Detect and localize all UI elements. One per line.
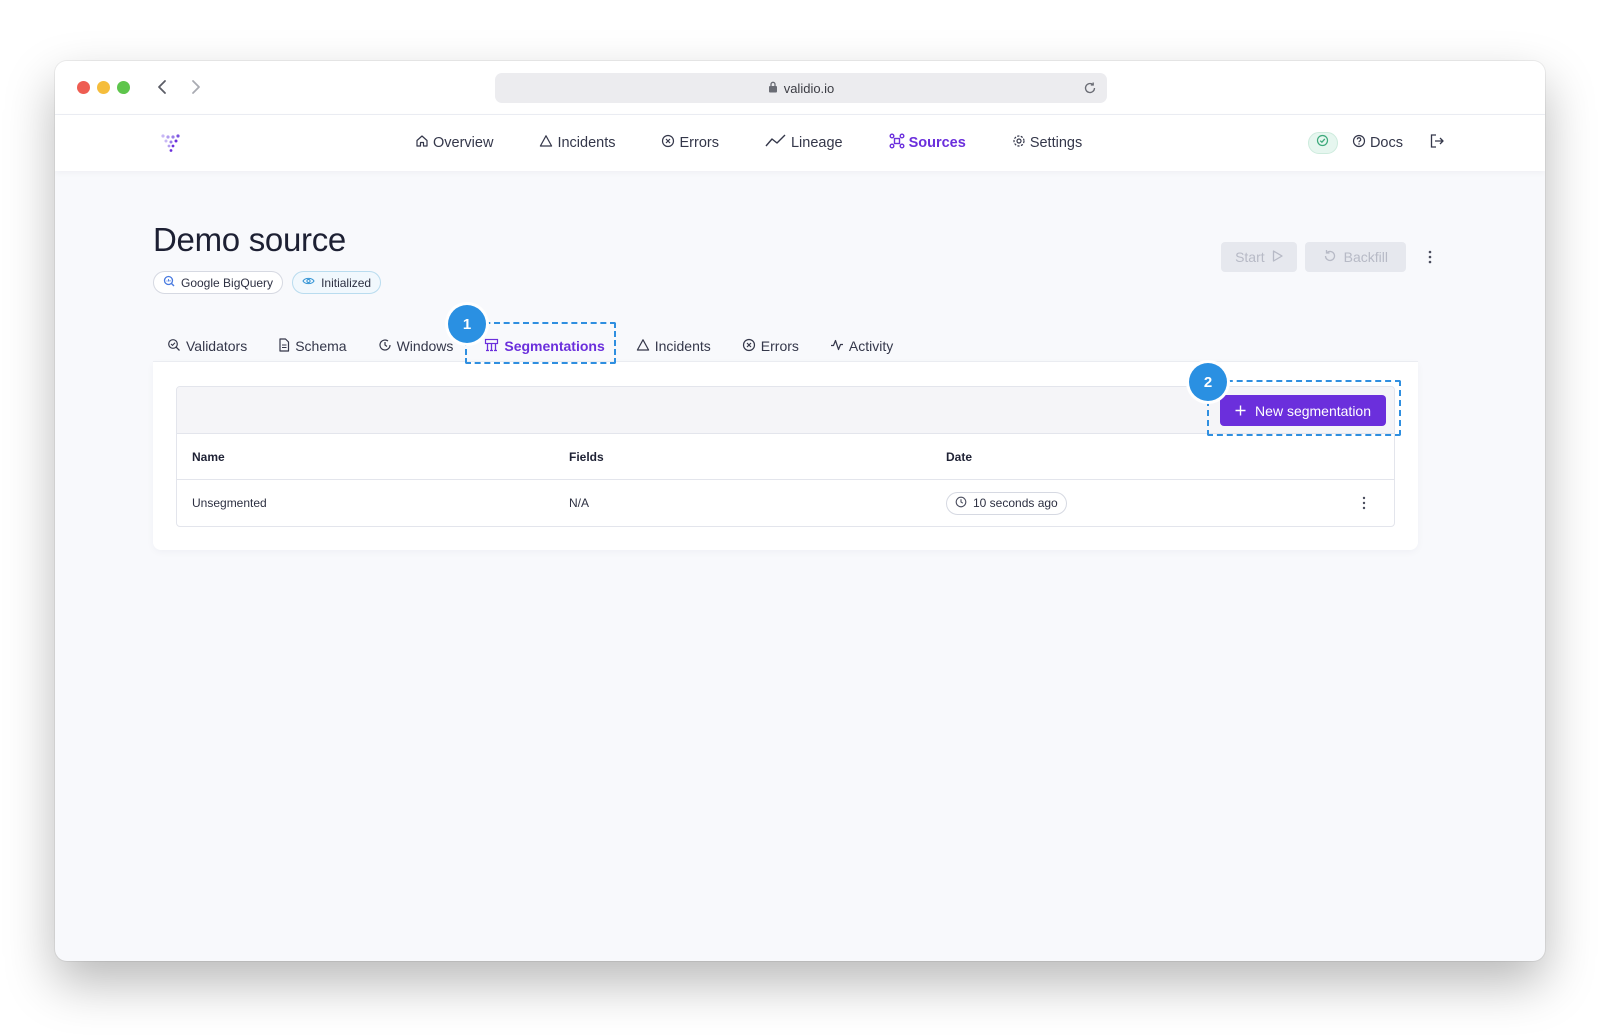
document-icon bbox=[278, 337, 290, 355]
nav-lineage-label: Lineage bbox=[790, 135, 843, 151]
source-badges: Google BigQuery Initialized bbox=[153, 271, 382, 294]
browser-chrome: validio.io bbox=[55, 61, 1545, 115]
row-name-cell: Unsegmented bbox=[192, 496, 267, 510]
tab-schema[interactable]: Schema bbox=[278, 337, 347, 355]
logout-icon[interactable] bbox=[1429, 133, 1445, 154]
url-text: validio.io bbox=[783, 80, 835, 96]
activity-icon bbox=[830, 338, 844, 355]
app-header: Overview Incidents Errors Lineage Source… bbox=[55, 115, 1545, 171]
health-status-badge[interactable] bbox=[1307, 132, 1338, 154]
minimize-window-button[interactable] bbox=[97, 81, 110, 94]
row-date-label: 10 seconds ago bbox=[973, 496, 1058, 510]
state-badge: Initialized bbox=[292, 271, 382, 294]
page-title: Demo source bbox=[153, 221, 346, 258]
backfill-label: Backfill bbox=[1343, 249, 1388, 265]
start-button[interactable]: Start bbox=[1221, 242, 1297, 272]
column-header-date[interactable]: Date bbox=[946, 450, 972, 464]
row-fields-cell: N/A bbox=[569, 496, 590, 510]
gear-icon bbox=[1012, 134, 1026, 152]
tab-activity[interactable]: Activity bbox=[830, 338, 893, 355]
highlight-segmentations-tab bbox=[465, 322, 616, 364]
tab-validators-label: Validators bbox=[186, 338, 248, 354]
tab-errors-label: Errors bbox=[760, 338, 799, 354]
nav-sources[interactable]: Sources bbox=[889, 133, 966, 153]
help-circle-icon bbox=[1352, 134, 1366, 152]
tab-incidents[interactable]: Incidents bbox=[636, 338, 711, 355]
warning-icon bbox=[636, 338, 650, 355]
nav-errors[interactable]: Errors bbox=[661, 134, 719, 152]
column-header-fields[interactable]: Fields bbox=[569, 450, 604, 464]
step-1-marker: 1 bbox=[448, 305, 486, 343]
tab-validators[interactable]: Validators bbox=[167, 338, 247, 355]
docs-link[interactable]: Docs bbox=[1352, 134, 1403, 152]
nav-settings[interactable]: Settings bbox=[1012, 134, 1082, 152]
address-bar[interactable]: validio.io bbox=[495, 73, 1107, 103]
forward-arrow-icon[interactable] bbox=[185, 75, 207, 99]
error-circle-icon bbox=[742, 338, 756, 355]
backfill-button[interactable]: Backfill bbox=[1304, 242, 1406, 272]
tab-activity-label: Activity bbox=[848, 338, 894, 354]
tab-errors[interactable]: Errors bbox=[742, 338, 799, 355]
tab-windows-label: Windows bbox=[396, 338, 454, 354]
nav-sources-label: Sources bbox=[908, 135, 966, 151]
main-navigation: Overview Incidents Errors Lineage Source… bbox=[415, 115, 1128, 171]
source-actions: Start Backfill bbox=[1221, 242, 1440, 272]
nav-incidents-label: Incidents bbox=[557, 135, 616, 151]
clock-icon bbox=[955, 496, 967, 511]
header-right: Docs bbox=[1307, 115, 1445, 171]
validio-logo-icon[interactable] bbox=[159, 131, 183, 155]
nav-overview-label: Overview bbox=[433, 135, 494, 151]
table-row[interactable]: Unsegmented N/A 10 seconds ago bbox=[177, 480, 1394, 526]
tab-schema-label: Schema bbox=[295, 338, 347, 354]
eye-icon bbox=[302, 275, 315, 290]
nav-incidents[interactable]: Incidents bbox=[539, 134, 615, 152]
bigquery-icon bbox=[163, 275, 175, 290]
lineage-icon bbox=[765, 134, 787, 152]
row-date-chip: 10 seconds ago bbox=[946, 491, 1067, 515]
docs-label: Docs bbox=[1369, 135, 1403, 151]
nav-settings-label: Settings bbox=[1029, 135, 1083, 151]
highlight-new-segmentation bbox=[1207, 380, 1401, 436]
tab-incidents-label: Incidents bbox=[654, 338, 711, 354]
backfill-icon bbox=[1323, 249, 1337, 266]
state-label: Initialized bbox=[321, 275, 372, 290]
lock-icon bbox=[768, 81, 778, 96]
nav-overview[interactable]: Overview bbox=[415, 134, 493, 152]
source-type-label: Google BigQuery bbox=[181, 275, 274, 290]
back-arrow-icon[interactable] bbox=[151, 75, 173, 99]
table-header-row: Name Fields Date bbox=[177, 434, 1394, 480]
browser-window: validio.io Overview Incidents Errors Lin… bbox=[55, 61, 1545, 961]
start-label: Start bbox=[1235, 249, 1265, 265]
tab-windows[interactable]: Windows bbox=[378, 338, 454, 355]
reload-icon[interactable] bbox=[1081, 79, 1099, 97]
play-icon bbox=[1272, 249, 1283, 265]
clock-icon bbox=[378, 338, 392, 355]
check-circle-icon bbox=[1316, 134, 1329, 152]
step-2-marker: 2 bbox=[1189, 363, 1227, 401]
sources-icon bbox=[889, 133, 905, 153]
source-type-badge: Google BigQuery bbox=[153, 271, 284, 294]
maximize-window-button[interactable] bbox=[117, 81, 130, 94]
row-menu-icon[interactable] bbox=[1356, 493, 1372, 513]
error-circle-icon bbox=[661, 134, 675, 152]
warning-icon bbox=[539, 134, 553, 152]
nav-errors-label: Errors bbox=[679, 135, 719, 151]
home-icon bbox=[415, 134, 429, 152]
column-header-name[interactable]: Name bbox=[192, 450, 225, 464]
more-actions-icon[interactable] bbox=[1420, 242, 1440, 272]
close-window-button[interactable] bbox=[77, 81, 90, 94]
validators-icon bbox=[167, 338, 181, 355]
nav-lineage[interactable]: Lineage bbox=[765, 134, 843, 152]
